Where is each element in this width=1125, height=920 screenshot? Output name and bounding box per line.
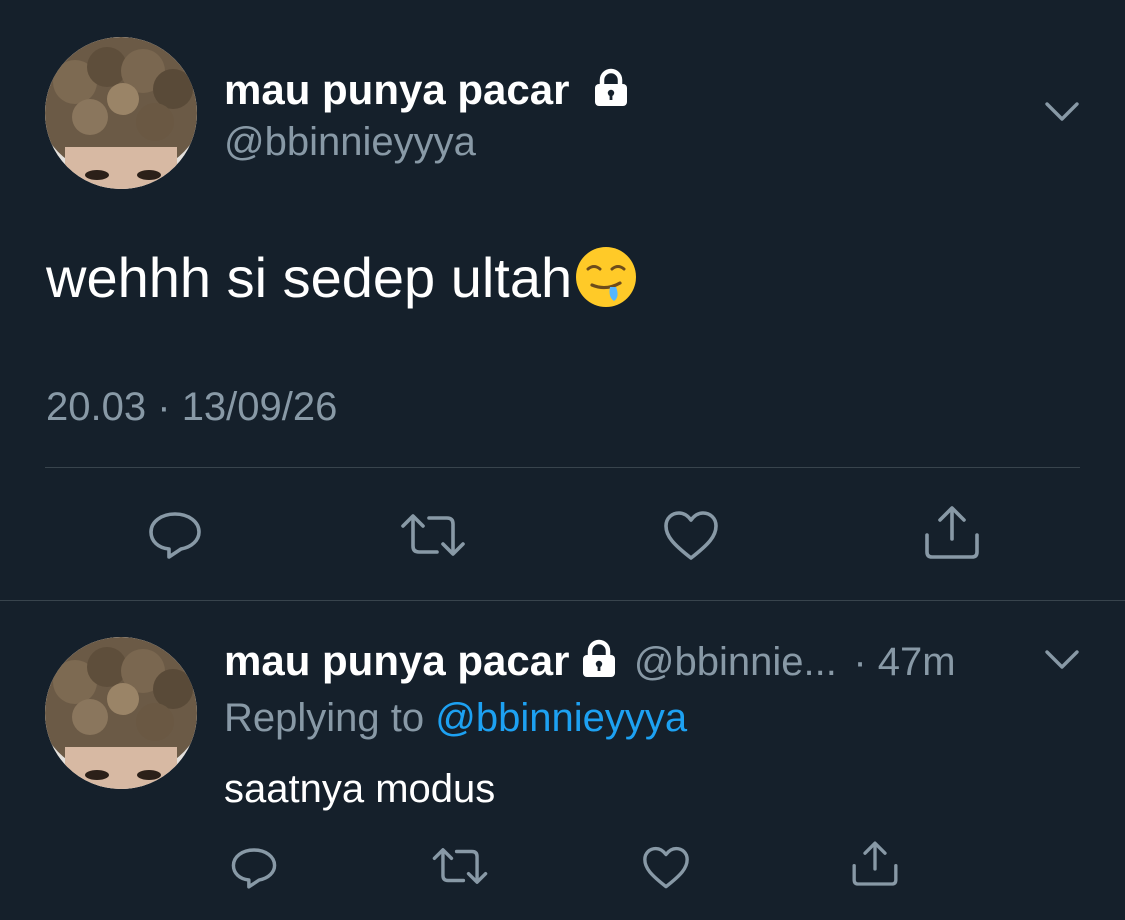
mention-link[interactable]: @bbinnieyyya [435,696,687,740]
lock-icon [591,68,631,118]
display-name[interactable]: mau punya pacar [224,637,569,684]
chevron-down-icon[interactable] [1044,648,1080,672]
handle[interactable]: @bbinnieyyya [224,120,476,165]
display-name[interactable]: mau punya pacar [224,66,631,118]
like-icon[interactable] [663,510,719,562]
time-ago[interactable]: · 47m [853,640,955,684]
share-icon[interactable] [850,840,900,888]
divider [45,467,1080,468]
retweet-icon[interactable] [399,512,467,558]
reply-header: mau punya pacar @bbinnie... · 47m [224,637,956,685]
tweet-text: wehhh si sedep ultah [46,245,638,322]
chevron-down-icon[interactable] [1044,100,1080,124]
share-icon[interactable] [922,505,982,561]
handle[interactable]: @bbinnie... [634,640,837,684]
reply-icon[interactable] [230,846,278,890]
reply-icon[interactable] [147,510,203,560]
avatar[interactable] [45,37,197,189]
tweet-timestamp[interactable]: 20.03 · 13/09/26 [46,385,337,430]
drooling-face-icon [574,245,638,322]
retweet-icon[interactable] [431,846,489,886]
avatar[interactable] [45,637,197,789]
replying-to: Replying to @bbinnieyyya [224,696,688,740]
reply-text: saatnya modus [224,767,496,811]
like-icon[interactable] [642,846,690,890]
lock-icon [579,639,619,684]
divider [0,600,1125,601]
